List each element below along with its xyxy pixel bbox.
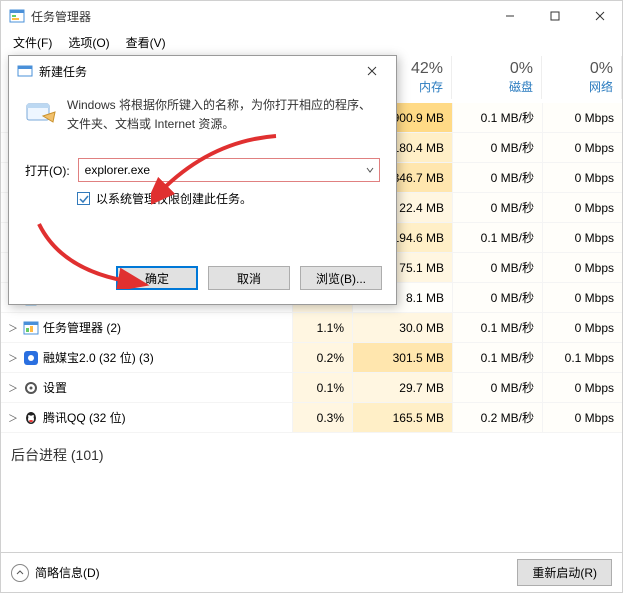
cell-disk: 0 MB/秒 bbox=[452, 253, 542, 282]
admin-checkbox-label: 以系统管理权限创建此任务。 bbox=[96, 190, 252, 207]
column-network[interactable]: 0% 网络 bbox=[542, 56, 622, 99]
process-name: 腾讯QQ (32 位) bbox=[43, 409, 126, 426]
cell-network: 0 Mbps bbox=[542, 403, 622, 432]
close-button[interactable] bbox=[577, 1, 622, 31]
dialog-titlebar: 新建任务 bbox=[9, 56, 396, 86]
expand-caret-icon[interactable]: ＞ bbox=[7, 380, 19, 395]
process-icon bbox=[23, 320, 39, 336]
cell-network: 0 Mbps bbox=[542, 373, 622, 402]
column-disk[interactable]: 0% 磁盘 bbox=[452, 56, 542, 99]
cell-disk: 0.1 MB/秒 bbox=[452, 103, 542, 132]
expand-caret-icon[interactable]: ＞ bbox=[7, 410, 19, 425]
window-title: 任务管理器 bbox=[31, 8, 487, 25]
chevron-down-icon[interactable] bbox=[361, 159, 379, 181]
minimize-button[interactable] bbox=[487, 1, 532, 31]
cell-memory: 301.5 MB bbox=[352, 343, 452, 372]
cell-network: 0 Mbps bbox=[542, 253, 622, 282]
open-label: 打开(O): bbox=[25, 162, 70, 179]
cell-disk: 0 MB/秒 bbox=[452, 163, 542, 192]
cell-name: ＞ 任务管理器 (2) bbox=[1, 319, 292, 336]
menu-file[interactable]: 文件(F) bbox=[7, 32, 58, 53]
cell-disk: 0 MB/秒 bbox=[452, 373, 542, 402]
menu-options[interactable]: 选项(O) bbox=[62, 32, 115, 53]
process-icon bbox=[23, 380, 39, 396]
cell-cpu: 0.3% bbox=[292, 403, 352, 432]
cell-cpu: 1.1% bbox=[292, 313, 352, 342]
ok-button-highlight: 确定 bbox=[116, 266, 198, 290]
process-icon bbox=[23, 350, 39, 366]
brief-info-link[interactable]: 简略信息(D) bbox=[35, 564, 100, 581]
cell-name: ＞ 设置 bbox=[1, 379, 292, 396]
cell-memory: 30.0 MB bbox=[352, 313, 452, 342]
collapse-icon[interactable] bbox=[11, 564, 29, 582]
table-row[interactable]: ＞ 融媒宝2.0 (32 位) (3) 0.2%301.5 MB0.1 MB/秒0.… bbox=[1, 343, 622, 373]
run-icon bbox=[25, 98, 57, 130]
admin-checkbox[interactable] bbox=[77, 192, 90, 205]
menu-bar: 文件(F) 选项(O) 查看(V) bbox=[1, 31, 622, 53]
cell-cpu: 0.2% bbox=[292, 343, 352, 372]
cell-network: 0 Mbps bbox=[542, 313, 622, 342]
cell-network: 0.1 Mbps bbox=[542, 343, 622, 372]
window-titlebar: 任务管理器 bbox=[1, 1, 622, 31]
open-combobox[interactable] bbox=[78, 158, 380, 182]
section-background-processes: 后台进程 (101) bbox=[1, 433, 622, 471]
cell-name: ＞ 腾讯QQ (32 位) bbox=[1, 409, 292, 426]
restart-button[interactable]: 重新启动(R) bbox=[517, 559, 612, 586]
footer-bar: 简略信息(D) 重新启动(R) bbox=[1, 552, 622, 592]
table-row[interactable]: ＞ 设置 0.1%29.7 MB0 MB/秒0 Mbps bbox=[1, 373, 622, 403]
cell-network: 0 Mbps bbox=[542, 103, 622, 132]
cell-disk: 0 MB/秒 bbox=[452, 133, 542, 162]
dialog-title: 新建任务 bbox=[39, 63, 356, 80]
menu-view[interactable]: 查看(V) bbox=[120, 32, 172, 53]
cell-memory: 29.7 MB bbox=[352, 373, 452, 402]
dialog-message: Windows 将根据你所键入的名称，为你打开相应的程序、文件夹、文档或 Int… bbox=[67, 96, 380, 134]
expand-caret-icon[interactable]: ＞ bbox=[7, 350, 19, 365]
browse-button[interactable]: 浏览(B)... bbox=[300, 266, 382, 290]
cell-disk: 0 MB/秒 bbox=[452, 193, 542, 222]
table-row[interactable]: ＞ 腾讯QQ (32 位) 0.3%165.5 MB0.2 MB/秒0 Mbps bbox=[1, 403, 622, 433]
cell-disk: 0.2 MB/秒 bbox=[452, 403, 542, 432]
cell-network: 0 Mbps bbox=[542, 283, 622, 312]
cell-network: 0 Mbps bbox=[542, 223, 622, 252]
cell-network: 0 Mbps bbox=[542, 193, 622, 222]
app-icon bbox=[9, 8, 25, 24]
cell-disk: 0.1 MB/秒 bbox=[452, 223, 542, 252]
cell-disk: 0 MB/秒 bbox=[452, 283, 542, 312]
dialog-icon bbox=[17, 63, 33, 79]
ok-button[interactable]: 确定 bbox=[116, 266, 198, 290]
process-icon bbox=[23, 410, 39, 426]
cell-cpu: 0.1% bbox=[292, 373, 352, 402]
process-name: 设置 bbox=[43, 379, 67, 396]
run-dialog: 新建任务 Windows 将根据你所键入的名称，为你打开相应的程序、文件夹、文档… bbox=[8, 55, 397, 305]
cell-name: ＞ 融媒宝2.0 (32 位) (3) bbox=[1, 349, 292, 366]
cell-network: 0 Mbps bbox=[542, 133, 622, 162]
process-name: 任务管理器 (2) bbox=[43, 319, 121, 336]
dialog-close-button[interactable] bbox=[356, 58, 388, 84]
process-name: 融媒宝2.0 (32 位) (3) bbox=[43, 349, 154, 366]
cell-network: 0 Mbps bbox=[542, 163, 622, 192]
cell-disk: 0.1 MB/秒 bbox=[452, 343, 542, 372]
cancel-button[interactable]: 取消 bbox=[208, 266, 290, 290]
cell-memory: 165.5 MB bbox=[352, 403, 452, 432]
cell-disk: 0.1 MB/秒 bbox=[452, 313, 542, 342]
table-row[interactable]: ＞ 任务管理器 (2) 1.1%30.0 MB0.1 MB/秒0 Mbps bbox=[1, 313, 622, 343]
maximize-button[interactable] bbox=[532, 1, 577, 31]
open-input[interactable] bbox=[79, 163, 361, 177]
expand-caret-icon[interactable]: ＞ bbox=[7, 320, 19, 335]
